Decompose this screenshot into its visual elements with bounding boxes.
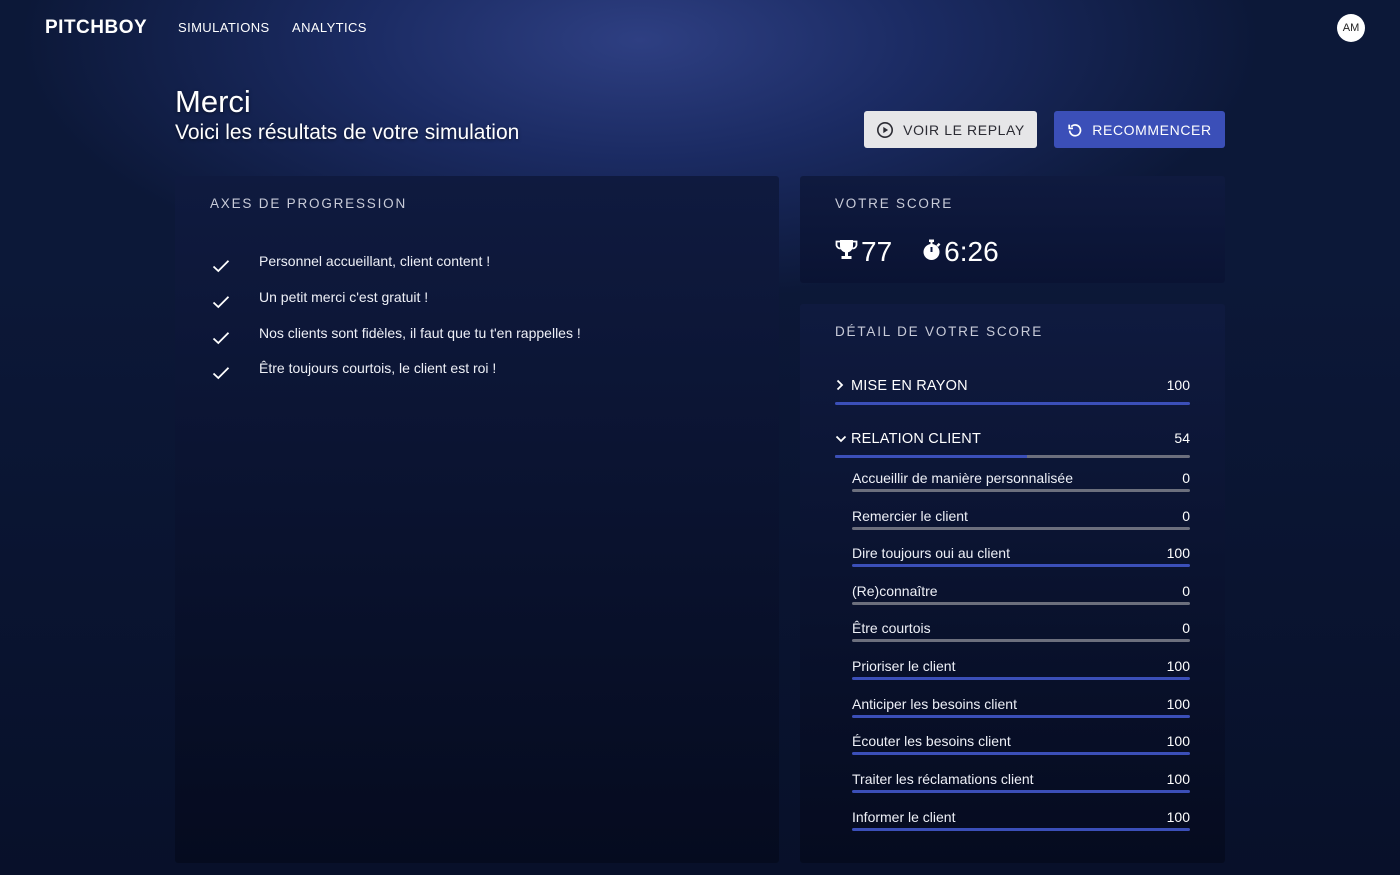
subcategory-row: Traiter les réclamations client 100 [852, 771, 1190, 809]
nav-link-simulations[interactable]: SIMULATIONS [178, 20, 270, 35]
score-panel: VOTRE SCORE 77 6:26 [800, 176, 1225, 283]
subcategory-row: Anticiper les besoins client 100 [852, 696, 1190, 734]
nav-link-analytics[interactable]: ANALYTICS [292, 20, 367, 35]
subcategory-progress-bar [852, 564, 1190, 567]
category-header[interactable]: RELATION CLIENT 54 [835, 427, 1190, 451]
subcategory-progress-bar [852, 639, 1190, 642]
subcategory-name: Traiter les réclamations client [852, 771, 1034, 787]
chevron-right-icon [835, 378, 845, 396]
score-time: 6:26 [944, 236, 999, 267]
subcategory-name: Prioriser le client [852, 658, 956, 674]
subcategory-score: 100 [1166, 545, 1190, 561]
progression-item: Être toujours courtois, le client est ro… [210, 357, 750, 393]
score-heading: VOTRE SCORE [835, 196, 954, 211]
page-title: Merci [175, 84, 251, 119]
category-header[interactable]: MISE EN RAYON 100 [835, 374, 1190, 398]
subcategory-score: 0 [1182, 583, 1190, 599]
subcategory-row: Prioriser le client 100 [852, 658, 1190, 696]
subcategory-name: Écouter les besoins client [852, 733, 1011, 749]
subcategory-progress-bar [852, 828, 1190, 831]
category-name: MISE EN RAYON [851, 378, 968, 394]
subcategory-score: 100 [1166, 809, 1190, 825]
replay-button-label: VOIR LE REPLAY [903, 121, 1025, 138]
subcategory-progress-bar [852, 790, 1190, 793]
subcategory-progress-bar [852, 752, 1190, 755]
score-detail-panel: DÉTAIL DE VOTRE SCORE MISE EN RAYON 100 … [800, 304, 1225, 863]
subcategory-score: 100 [1166, 658, 1190, 674]
subcategory-name: Anticiper les besoins client [852, 696, 1017, 712]
check-icon [212, 366, 230, 385]
subcategory-name: Informer le client [852, 809, 956, 825]
progression-item-text: Personnel accueillant, client content ! [259, 253, 491, 269]
category-progress-bar [835, 455, 1190, 458]
progression-heading: AXES DE PROGRESSION [210, 196, 407, 211]
subcategory-score: 0 [1182, 620, 1190, 636]
subcategory-progress-bar [852, 715, 1190, 718]
top-nav: PITCHBOY SIMULATIONS ANALYTICS AM [0, 0, 1400, 56]
check-icon [212, 259, 230, 278]
trophy-icon [835, 239, 858, 265]
progression-item-text: Nos clients sont fidèles, il faut que tu… [259, 324, 581, 341]
avatar[interactable]: AM [1337, 14, 1365, 42]
subcategory-row: (Re)connaître 0 [852, 583, 1190, 621]
subcategory-name: Dire toujours oui au client [852, 545, 1010, 561]
subcategory-progress-bar [852, 602, 1190, 605]
replay-button[interactable]: VOIR LE REPLAY [864, 111, 1037, 148]
progression-item-text: Être toujours courtois, le client est ro… [259, 360, 497, 377]
subcategory-score: 0 [1182, 470, 1190, 486]
subcategory-progress-bar [852, 489, 1190, 492]
subcategory-row: Informer le client 100 [852, 809, 1190, 847]
progression-item: Personnel accueillant, client content ! [210, 250, 750, 286]
subcategory-name: Remercier le client [852, 508, 968, 524]
progression-item: Un petit merci c'est gratuit ! [210, 286, 750, 322]
logo[interactable]: PITCHBOY [45, 17, 147, 39]
subcategory-name: Être courtois [852, 620, 931, 636]
check-icon [212, 295, 230, 314]
subcategory-score: 0 [1182, 508, 1190, 524]
progression-item-text: Un petit merci c'est gratuit ! [259, 288, 429, 305]
check-icon [212, 331, 230, 350]
restart-button-label: RECOMMENCER [1092, 121, 1212, 138]
subcategory-row: Accueillir de manière personnalisée 0 [852, 470, 1190, 508]
category-score: 100 [1166, 377, 1190, 393]
subcategory-progress-bar [852, 527, 1190, 530]
score-summary: 77 6:26 [835, 236, 999, 268]
subcategory-name: (Re)connaître [852, 583, 938, 599]
category-progress-bar [835, 402, 1190, 405]
subcategory-row: Dire toujours oui au client 100 [852, 545, 1190, 583]
subcategory-score: 100 [1166, 696, 1190, 712]
subcategory-progress-bar [852, 677, 1190, 680]
progression-item: Nos clients sont fidèles, il faut que tu… [210, 322, 750, 358]
page-subtitle: Voici les résultats de votre simulation [175, 121, 520, 144]
score-detail-heading: DÉTAIL DE VOTRE SCORE [835, 324, 1044, 339]
progression-list: Personnel accueillant, client content ! … [210, 250, 750, 393]
subcategory-row: Être courtois 0 [852, 620, 1190, 658]
category-name: RELATION CLIENT [851, 431, 982, 447]
restart-button[interactable]: RECOMMENCER [1054, 111, 1225, 148]
progression-panel: AXES DE PROGRESSION Personnel accueillan… [175, 176, 779, 863]
category-score: 54 [1174, 430, 1190, 446]
subcategory-score: 100 [1166, 733, 1190, 749]
restart-icon [1067, 122, 1083, 138]
subcategory-row: Écouter les besoins client 100 [852, 733, 1190, 771]
chevron-down-icon [835, 431, 847, 449]
category-relation-client[interactable]: RELATION CLIENT 54 [835, 427, 1190, 458]
subcategory-row: Remercier le client 0 [852, 508, 1190, 546]
subcategory-score: 100 [1166, 771, 1190, 787]
category-mise-en-rayon[interactable]: MISE EN RAYON 100 [835, 374, 1190, 405]
play-circle-icon [876, 121, 894, 139]
score-points: 77 [861, 236, 893, 267]
subcategory-name: Accueillir de manière personnalisée [852, 470, 1074, 486]
stopwatch-icon [922, 239, 941, 266]
